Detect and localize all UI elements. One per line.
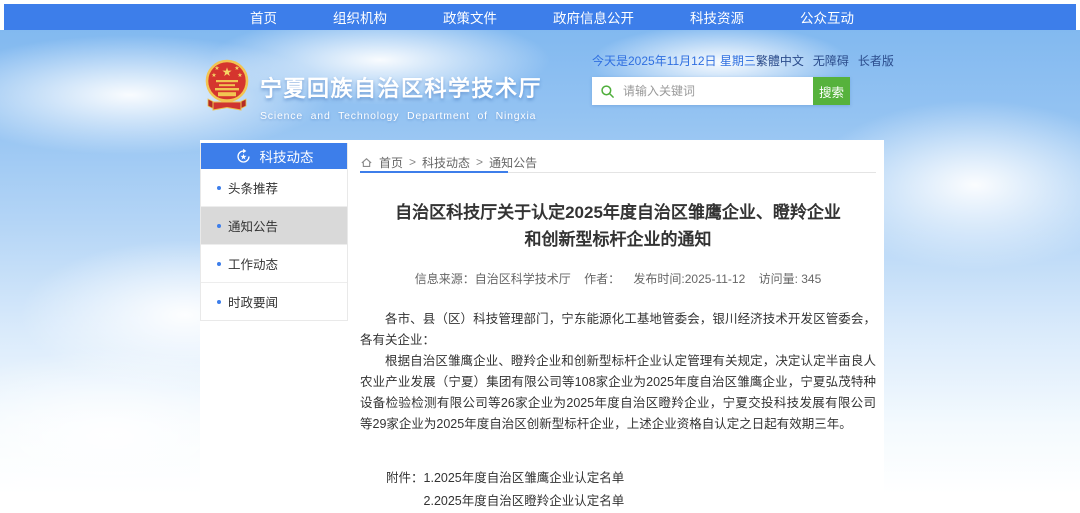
nav-item-gov-info-disclosure[interactable]: 政府信息公开 xyxy=(553,7,634,27)
sidebar-item-current-politics[interactable]: 时政要闻 xyxy=(201,283,347,320)
sidebar-title: 科技动态 xyxy=(260,146,314,166)
breadcrumb: 首页 > 科技动态 > 通知公告 xyxy=(360,140,876,173)
breadcrumb-separator: > xyxy=(476,155,483,169)
attachment-link-2[interactable]: 2.2025年度自治区瞪羚企业认定名单 xyxy=(424,490,662,513)
nav-item-tech-resources[interactable]: 科技资源 xyxy=(690,7,744,27)
article-title: 自治区科技厅关于认定2025年度自治区雏鹰企业、瞪羚企业 和创新型标杆企业的通知 xyxy=(360,199,876,253)
top-navigation: 首页 组织机构 政策文件 政府信息公开 科技资源 公众互动 xyxy=(4,4,1076,30)
sidebar-item-label: 工作动态 xyxy=(228,254,278,273)
article-title-line: 自治区科技厅关于认定2025年度自治区雏鹰企业、瞪羚企业 xyxy=(360,199,876,226)
sidebar-header: ★ 科技动态 xyxy=(201,143,347,169)
home-icon xyxy=(360,156,373,169)
meta-author: 作者： xyxy=(584,272,620,286)
nav-item-public-interaction[interactable]: 公众互动 xyxy=(800,7,854,27)
search-button[interactable]: 搜索 xyxy=(813,77,850,105)
site-subtitle: Science and Technology Department of Nin… xyxy=(260,110,542,122)
bullet-dot-icon xyxy=(217,300,221,304)
nav-item-organization[interactable]: 组织机构 xyxy=(333,7,387,27)
attachments-section: 附件： 1.2025年度自治区雏鹰企业认定名单 2.2025年度自治区瞪羚企业认… xyxy=(386,467,876,513)
sidebar: ★ 科技动态 头条推荐 通知公告 工作动态 时政要闻 xyxy=(200,143,348,321)
article-meta: 信息来源：自治区科学技术厅 作者： 发布时间:2025-11-12 访问量: 3… xyxy=(360,270,876,287)
meta-source: 信息来源：自治区科学技术厅 xyxy=(415,272,571,286)
svg-text:★: ★ xyxy=(211,72,216,79)
bullet-dot-icon xyxy=(217,186,221,190)
meta-views: 访问量: 345 xyxy=(759,272,822,286)
attachments-label: 附件： xyxy=(386,467,424,513)
article-paragraph: 各市、县（区）科技管理部门，宁东能源化工基地管委会，银川经济技术开发区管委会，各… xyxy=(360,309,876,351)
nav-item-policy-documents[interactable]: 政策文件 xyxy=(443,7,497,27)
content-card: ★ 科技动态 头条推荐 通知公告 工作动态 时政要闻 xyxy=(200,140,884,513)
current-date: 今天是2025年11月12日 星期三 xyxy=(592,52,756,69)
link-traditional-chinese[interactable]: 繁體中文 xyxy=(756,52,804,69)
sidebar-item-label: 通知公告 xyxy=(228,216,278,235)
national-emblem-logo-icon[interactable]: ★ ★ ★ ★ ★ xyxy=(203,58,251,123)
breadcrumb-tech-news[interactable]: 科技动态 xyxy=(422,154,470,171)
circular-star-icon: ★ xyxy=(235,148,252,165)
site-header: ★ ★ ★ ★ ★ 宁夏回族自治区科学技术厅 Science and Techn… xyxy=(203,58,542,123)
link-elderly-version[interactable]: 长者版 xyxy=(858,52,894,69)
svg-text:★: ★ xyxy=(214,65,219,72)
sidebar-item-label: 头条推荐 xyxy=(228,178,278,197)
sidebar-item-work-updates[interactable]: 工作动态 xyxy=(201,245,347,283)
article-title-line: 和创新型标杆企业的通知 xyxy=(360,226,876,253)
svg-text:★: ★ xyxy=(237,72,242,79)
sidebar-item-headline-recommend[interactable]: 头条推荐 xyxy=(201,169,347,207)
meta-publish-date: 发布时间:2025-11-12 xyxy=(633,272,745,286)
sidebar-item-notices[interactable]: 通知公告 xyxy=(201,207,347,245)
page: 首页 组织机构 政策文件 政府信息公开 科技资源 公众互动 ★ ★ ★ ★ ★ xyxy=(0,0,1080,513)
search-bar: 搜索 xyxy=(592,77,850,105)
breadcrumb-active-underline xyxy=(360,171,508,173)
breadcrumb-separator: > xyxy=(409,155,416,169)
svg-text:★: ★ xyxy=(234,65,239,72)
article-paragraph: 根据自治区雏鹰企业、瞪羚企业和创新型标杆企业认定管理有关规定，决定认定半亩良人农… xyxy=(360,351,876,435)
search-input[interactable] xyxy=(621,83,805,99)
attachment-link-1[interactable]: 1.2025年度自治区雏鹰企业认定名单 xyxy=(424,467,662,490)
bullet-dot-icon xyxy=(217,262,221,266)
svg-text:★: ★ xyxy=(239,152,246,161)
sidebar-item-label: 时政要闻 xyxy=(228,292,278,311)
article-area: 首页 > 科技动态 > 通知公告 自治区科技厅关于认定2025年度自治区雏鹰企业… xyxy=(360,140,876,513)
breadcrumb-notices[interactable]: 通知公告 xyxy=(489,154,537,171)
breadcrumb-home[interactable]: 首页 xyxy=(379,154,403,171)
svg-text:★: ★ xyxy=(222,65,233,79)
link-accessibility[interactable]: 无障碍 xyxy=(813,52,849,69)
bullet-dot-icon xyxy=(217,224,221,228)
site-title: 宁夏回族自治区科学技术厅 xyxy=(260,71,542,103)
nav-item-home[interactable]: 首页 xyxy=(250,7,277,27)
header-utility-area: 今天是2025年11月12日 星期三 繁體中文 无障碍 长者版 搜索 xyxy=(592,52,876,105)
search-icon xyxy=(600,84,615,99)
